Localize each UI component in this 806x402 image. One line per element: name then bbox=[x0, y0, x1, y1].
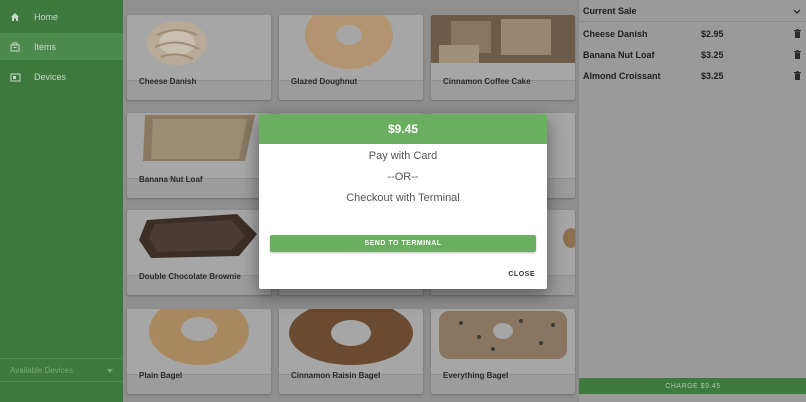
caret-down-icon bbox=[107, 366, 113, 375]
sidebar: Home Items Devices Available Devices bbox=[0, 0, 123, 402]
trash-icon[interactable] bbox=[794, 50, 801, 61]
item-name: Cinnamon Raisin Bagel bbox=[291, 371, 381, 380]
item-name: Cinnamon Coffee Cake bbox=[443, 77, 531, 86]
item-image bbox=[431, 309, 575, 375]
item-name: Banana Nut Loaf bbox=[139, 175, 203, 184]
item-card[interactable]: Cinnamon Raisin Bagel bbox=[279, 309, 423, 394]
item-image bbox=[127, 15, 271, 81]
item-card[interactable]: Plain Bagel bbox=[127, 309, 271, 394]
item-name: Double Chocolate Brownie bbox=[139, 272, 241, 281]
item-card[interactable]: Banana Nut Loaf bbox=[127, 113, 271, 198]
or-separator: --OR-- bbox=[387, 171, 419, 183]
sale-item-price: $3.25 bbox=[701, 70, 724, 81]
send-to-terminal-button[interactable]: SEND TO TERMINAL bbox=[270, 235, 536, 252]
item-name: Glazed Doughnut bbox=[291, 77, 358, 86]
item-name: Plain Bagel bbox=[139, 371, 183, 380]
pay-with-card-text: Pay with Card bbox=[368, 150, 438, 162]
trash-icon[interactable] bbox=[794, 29, 801, 40]
sidebar-item-label: Home bbox=[34, 11, 59, 22]
current-sale-panel: Current Sale Cheese Danish $2.95 Banana … bbox=[578, 0, 806, 402]
item-card[interactable]: Everything Bagel bbox=[431, 309, 575, 394]
item-card[interactable]: Cheese Danish bbox=[127, 15, 271, 100]
item-card[interactable]: Double Chocolate Brownie bbox=[127, 210, 271, 295]
sale-item-name: Cheese Danish bbox=[583, 28, 648, 39]
sale-line-item: Banana Nut Loaf $3.25 bbox=[579, 44, 806, 65]
available-devices-value: Available Devices bbox=[10, 365, 73, 375]
item-image bbox=[127, 113, 271, 179]
item-image bbox=[279, 15, 423, 81]
devices-icon bbox=[9, 71, 21, 83]
items-icon bbox=[9, 41, 21, 53]
close-button[interactable]: CLOSE bbox=[508, 271, 535, 278]
item-card[interactable]: Glazed Doughnut bbox=[279, 15, 423, 100]
sidebar-item-devices[interactable]: Devices bbox=[0, 63, 123, 90]
sale-item-price: $3.25 bbox=[701, 49, 724, 60]
sale-item-price: $2.95 bbox=[701, 28, 724, 39]
sale-line-item: Cheese Danish $2.95 bbox=[579, 23, 806, 44]
item-image bbox=[431, 15, 575, 81]
charge-button[interactable]: CHARGE $9.45 bbox=[579, 378, 806, 394]
sidebar-item-home[interactable]: Home bbox=[0, 3, 123, 30]
sidebar-item-label: Devices bbox=[34, 71, 67, 82]
payment-amount: $9.45 bbox=[259, 114, 547, 144]
item-image bbox=[127, 309, 271, 375]
item-image bbox=[127, 210, 271, 276]
current-sale-header[interactable]: Current Sale bbox=[579, 0, 806, 22]
chevron-down-icon bbox=[793, 6, 801, 16]
item-name: Everything Bagel bbox=[443, 371, 509, 380]
available-devices-select[interactable]: Available Devices bbox=[0, 358, 123, 382]
checkout-terminal-text: Checkout with Terminal bbox=[346, 192, 460, 204]
home-icon bbox=[9, 11, 21, 23]
item-image bbox=[279, 309, 423, 375]
payment-dialog: $9.45 Pay with Card --OR-- Checkout with… bbox=[259, 114, 547, 289]
trash-icon[interactable] bbox=[794, 71, 801, 82]
current-sale-title: Current Sale bbox=[583, 5, 637, 16]
sale-item-name: Banana Nut Loaf bbox=[583, 49, 655, 60]
sidebar-item-items[interactable]: Items bbox=[0, 33, 123, 60]
sidebar-item-label: Items bbox=[34, 41, 57, 52]
item-card[interactable]: Cinnamon Coffee Cake bbox=[431, 15, 575, 100]
sale-line-item: Almond Croissant $3.25 bbox=[579, 65, 806, 86]
item-name: Cheese Danish bbox=[139, 77, 197, 86]
sale-item-name: Almond Croissant bbox=[583, 70, 661, 81]
